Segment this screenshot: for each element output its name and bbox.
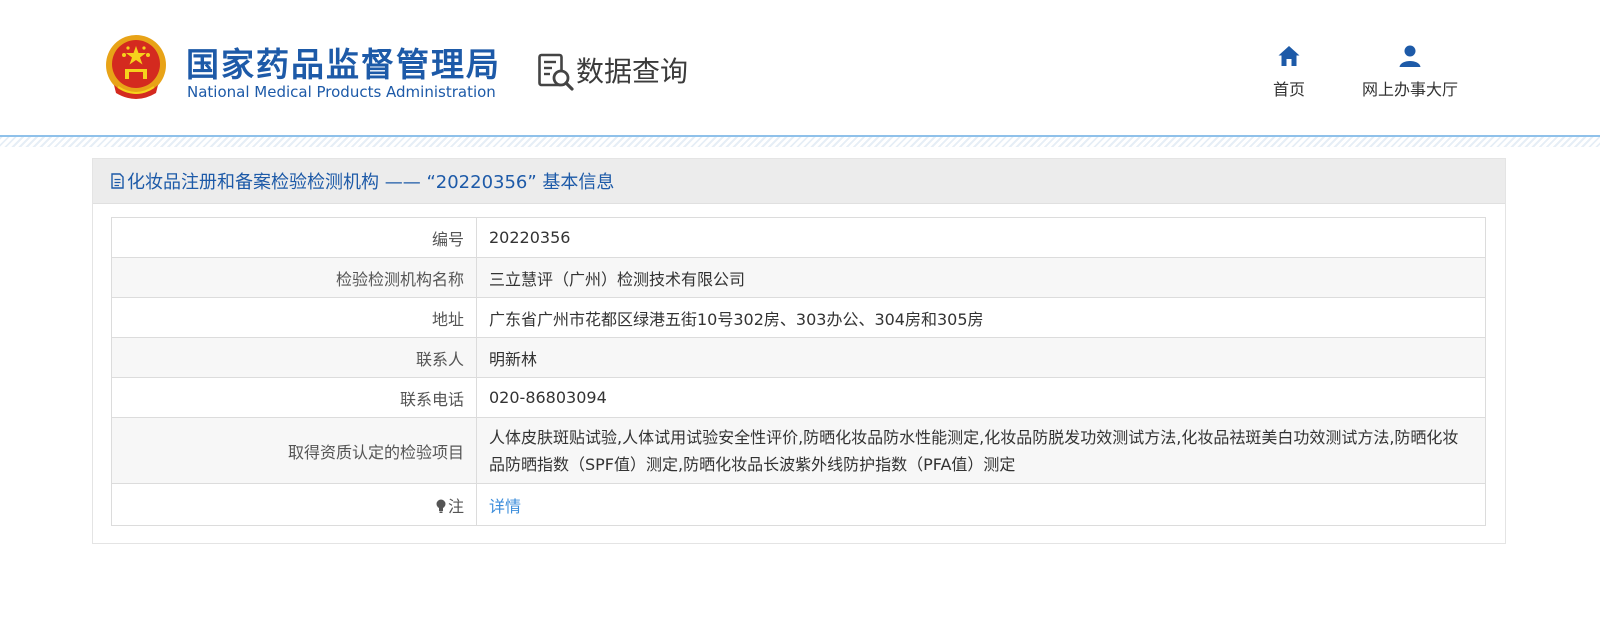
org-name-label: 检验检测机构名称 (111, 257, 477, 298)
contact-label: 联系人 (111, 337, 477, 378)
nav-home-label: 首页 (1272, 80, 1305, 99)
note-label-cell: 注 (111, 483, 477, 526)
items-label: 取得资质认定的检验项目 (111, 417, 477, 484)
home-icon (1278, 46, 1300, 66)
query-title: 数据查询 (576, 55, 689, 88)
note-value-cell: 详情 (476, 483, 1486, 526)
contact-value: 明新林 (476, 337, 1486, 378)
number-label: 编号 (111, 217, 477, 258)
table-row-phone: 联系电话 020-86803094 (111, 377, 1486, 418)
agency-name-en: National Medical Products Administration (187, 83, 496, 101)
document-search-icon (538, 53, 574, 91)
table-row-number: 编号 20220356 (111, 217, 1486, 258)
table-row-org-name: 检验检测机构名称 三立慧评（广州）检测技术有限公司 (111, 257, 1486, 298)
phone-value: 020-86803094 (476, 377, 1486, 418)
items-value: 人体皮肤斑贴试验,人体试用试验安全性评价,防晒化妆品防水性能测定,化妆品防脱发功… (476, 417, 1486, 484)
org-name-value: 三立慧评（广州）检测技术有限公司 (476, 257, 1486, 298)
table-row-items: 取得资质认定的检验项目 人体皮肤斑贴试验,人体试用试验安全性评价,防晒化妆品防水… (111, 417, 1486, 484)
phone-label: 联系电话 (111, 377, 477, 418)
agency-name-cn: 国家药品监督管理局 (186, 45, 501, 84)
document-icon (111, 173, 124, 189)
number-value: 20220356 (476, 217, 1486, 258)
nav-online-hall-label: 网上办事大厅 (1361, 80, 1458, 99)
info-table: 编号 20220356 检验检测机构名称 三立慧评（广州）检测技术有限公司 地址… (111, 217, 1486, 526)
address-value: 广东省广州市花都区绿港五街10号302房、303办公、304房和305房 (476, 297, 1486, 338)
table-row-address: 地址 广东省广州市花都区绿港五街10号302房、303办公、304房和305房 (111, 297, 1486, 338)
user-icon (1399, 45, 1421, 67)
lightbulb-icon (436, 499, 446, 513)
nav-home[interactable]: 首页 (1271, 44, 1307, 100)
note-label: 注 (447, 496, 464, 516)
panel-header: 化妆品注册和备案检验检测机构 —— “20220356” 基本信息 (93, 159, 1505, 204)
info-panel: 化妆品注册和备案检验检测机构 —— “20220356” 基本信息 编号 202… (92, 158, 1506, 544)
table-row-contact: 联系人 明新林 (111, 337, 1486, 378)
site-header: 国家药品监督管理局 National Medical Products Admi… (0, 0, 1600, 135)
header-divider (0, 135, 1600, 147)
panel-title: 化妆品注册和备案检验检测机构 —— “20220356” 基本信息 (127, 172, 615, 193)
national-emblem-icon (106, 35, 166, 99)
address-label: 地址 (111, 297, 477, 338)
table-row-note: 注 详情 (111, 483, 1486, 526)
nav-online-hall[interactable]: 网上办事大厅 (1355, 44, 1465, 100)
details-link[interactable]: 详情 (489, 497, 521, 516)
